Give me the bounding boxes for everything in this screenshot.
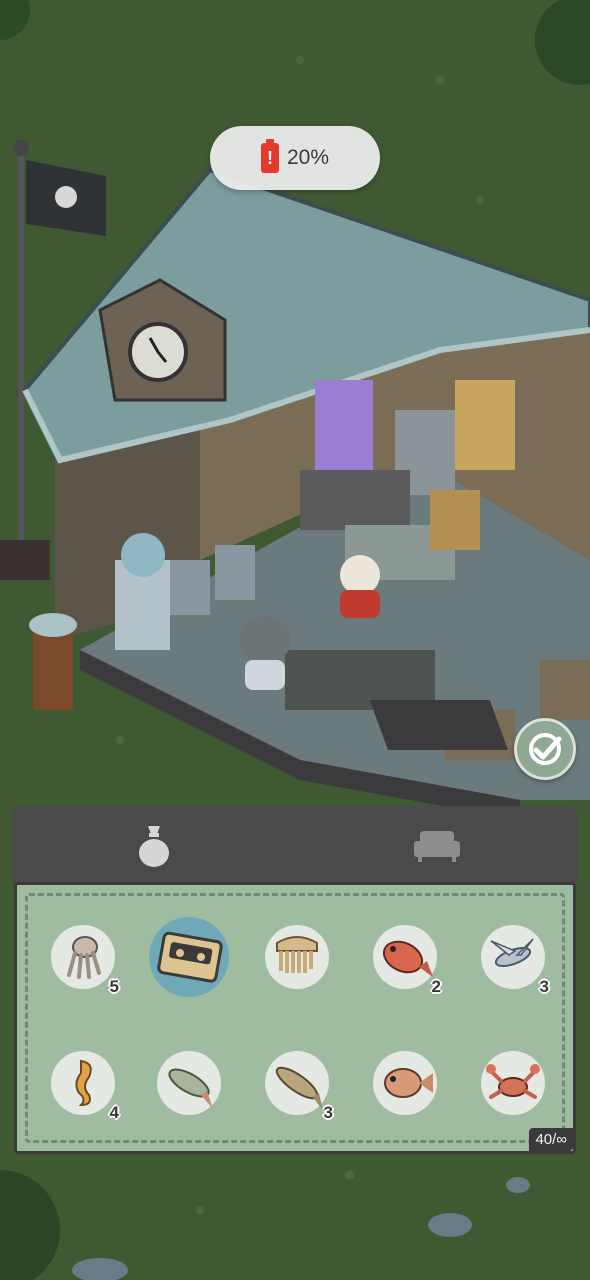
folding-chair-2 bbox=[215, 545, 255, 600]
inventory-slot-squid[interactable]: 5 bbox=[51, 925, 119, 996]
item-count: 4 bbox=[109, 1103, 119, 1122]
inventory-slot-trout[interactable] bbox=[157, 1051, 221, 1115]
inventory-slot-comb[interactable] bbox=[265, 925, 329, 989]
folding-chair-1 bbox=[170, 560, 210, 615]
poster-bubbles bbox=[455, 380, 515, 470]
battery-low-icon: ! bbox=[260, 139, 279, 173]
bench-far-right bbox=[540, 660, 590, 720]
register-desk bbox=[300, 470, 410, 530]
inventory-tab-bar bbox=[12, 806, 578, 886]
inventory-slot-crab[interactable] bbox=[481, 1051, 545, 1115]
pike-fish-icon bbox=[275, 1066, 323, 1111]
inventory-slot-red-snapper[interactable]: 2 bbox=[373, 925, 441, 996]
rock bbox=[428, 1213, 472, 1237]
skull-icon bbox=[55, 186, 77, 208]
flag-pole bbox=[18, 148, 24, 548]
trout-icon bbox=[168, 1068, 213, 1109]
battery-percent: 20% bbox=[286, 146, 330, 169]
inventory-slot-seahorse[interactable]: 4 bbox=[51, 1051, 119, 1122]
flag-pole-top bbox=[13, 140, 29, 156]
raccoon-character bbox=[239, 616, 291, 690]
poster-mushroom bbox=[315, 380, 373, 472]
item-count: 5 bbox=[109, 977, 119, 996]
item-count: 3 bbox=[323, 1103, 333, 1122]
red-snapper-icon bbox=[382, 940, 433, 977]
flying-fish-icon bbox=[490, 938, 534, 968]
seahorse-icon bbox=[75, 1059, 92, 1107]
inventory-slot-cassette[interactable] bbox=[149, 917, 229, 997]
tab-furniture[interactable] bbox=[295, 806, 578, 886]
inventory-slot-flying-fish[interactable]: 3 bbox=[481, 925, 549, 996]
wooden-chair bbox=[430, 490, 480, 550]
confirm-button[interactable] bbox=[514, 718, 576, 780]
inventory-capacity: 40/∞ bbox=[529, 1128, 573, 1151]
bag-icon bbox=[138, 826, 169, 867]
cassette-tape-icon bbox=[157, 931, 223, 983]
sofa-icon bbox=[413, 831, 460, 862]
flag-base bbox=[0, 540, 50, 580]
rock-small bbox=[506, 1177, 530, 1193]
checkmark-icon bbox=[529, 733, 562, 765]
piranha-icon bbox=[384, 1068, 433, 1098]
rabbit-character bbox=[340, 555, 380, 618]
crab-icon bbox=[486, 1064, 540, 1099]
squid-icon bbox=[67, 936, 101, 979]
inventory-slot-pike-fish[interactable]: 3 bbox=[265, 1051, 333, 1122]
battery-indicator: ! 20% bbox=[210, 126, 380, 190]
item-count: 3 bbox=[539, 977, 549, 996]
doormat bbox=[369, 700, 508, 750]
inventory-grid: 5 2 3 4 3 40/∞ bbox=[14, 882, 576, 1154]
item-count: 2 bbox=[431, 977, 441, 996]
inventory-slot-piranha[interactable] bbox=[373, 1051, 437, 1115]
tab-items[interactable] bbox=[12, 806, 295, 886]
comb-icon bbox=[276, 936, 318, 973]
water-jug bbox=[121, 533, 165, 577]
inventory-panel: 5 2 3 4 3 40/∞ bbox=[12, 806, 578, 1156]
